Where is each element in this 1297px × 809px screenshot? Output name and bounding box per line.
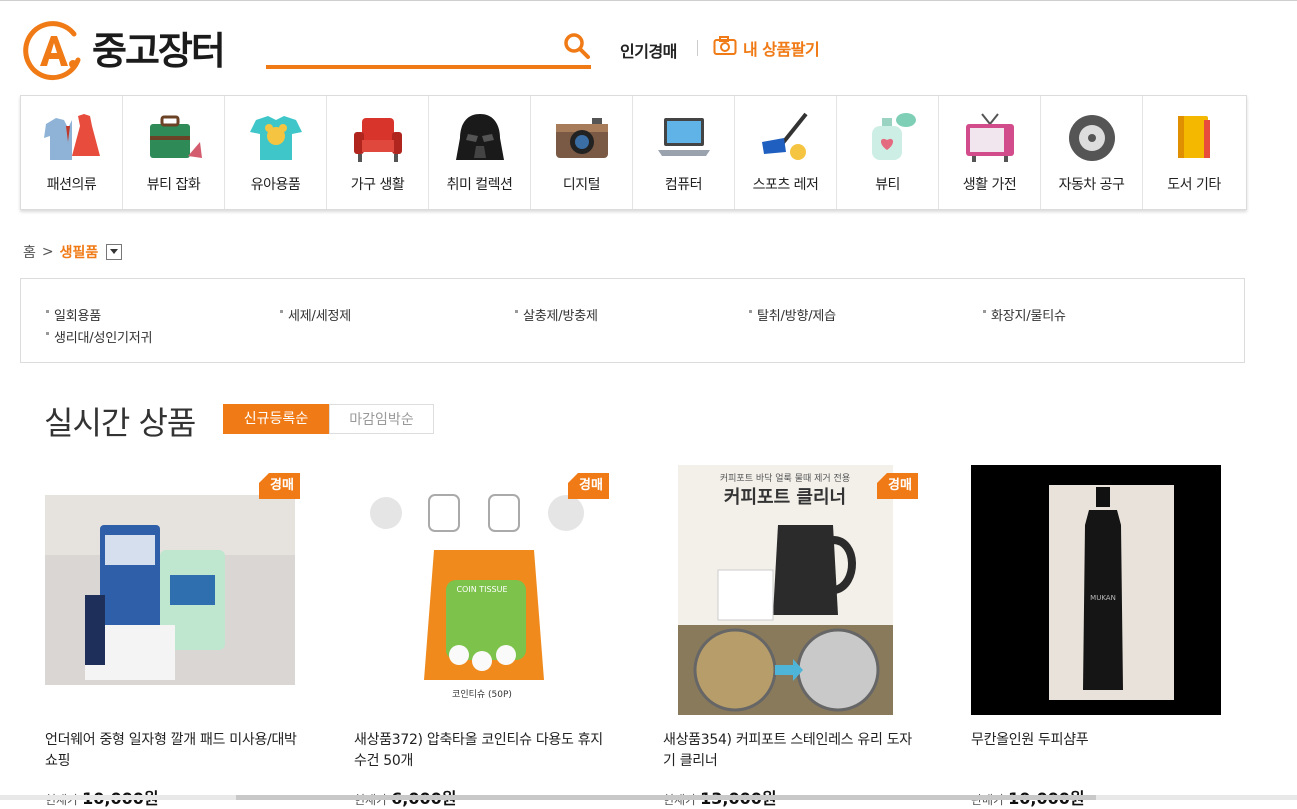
- camera-icon: [713, 36, 737, 60]
- category-label: 스포츠 레저: [752, 177, 819, 193]
- subcategory-disposables[interactable]: 일회용품: [46, 305, 101, 324]
- search-icon[interactable]: [563, 32, 591, 60]
- laptop-icon: [654, 112, 714, 164]
- golf-icon: [756, 112, 816, 164]
- search-underline: [266, 65, 591, 69]
- sort-newest-tab[interactable]: 신규등록순: [223, 404, 329, 434]
- category-label: 뷰티 잡화: [146, 177, 201, 193]
- category-digital[interactable]: 디지털: [531, 96, 633, 209]
- subcategory-detergent[interactable]: 세제/세정제: [280, 305, 351, 324]
- category-beauty-goods[interactable]: 뷰티 잡화: [123, 96, 225, 209]
- pack-label: COIN TISSUE: [456, 585, 507, 594]
- armchair-icon: [348, 112, 408, 164]
- breadcrumb: 홈 > 생필품: [23, 242, 123, 262]
- category-bar: 패션의류 뷰티 잡화 유아용품 가구 생활 취미 컬렉션 디지털 컴퓨터 스포츠…: [20, 95, 1247, 210]
- category-dropdown-toggle[interactable]: [106, 244, 123, 260]
- product-title[interactable]: 새상품354) 커피포트 스테인레스 유리 도자기 클리너: [663, 730, 918, 772]
- perfume-icon: [858, 112, 918, 164]
- category-label: 생활 가전: [962, 177, 1017, 193]
- category-furniture[interactable]: 가구 생활: [327, 96, 429, 209]
- auction-badge: 경매: [259, 473, 300, 499]
- category-label: 자동차 공구: [1058, 177, 1125, 193]
- sell-my-item-link[interactable]: 내 상품팔기: [713, 36, 820, 60]
- category-car[interactable]: 자동차 공구: [1041, 96, 1143, 209]
- category-appliance[interactable]: 생활 가전: [939, 96, 1041, 209]
- top-border: [0, 0, 1297, 1]
- category-label: 패션의류: [46, 177, 97, 193]
- subcategory-deodorizer[interactable]: 탈취/방향/제습: [749, 305, 836, 324]
- search-bar: [266, 30, 591, 70]
- sort-tabs: 신규등록순 마감임박순: [223, 404, 434, 434]
- subcategory-panel: 일회용품 세제/세정제 살충제/방충제 탈취/방향/제습 화장지/물티슈 생리대…: [20, 278, 1245, 363]
- subcategory-insecticide[interactable]: 살충제/방충제: [515, 305, 598, 324]
- category-hobby[interactable]: 취미 컬렉션: [429, 96, 531, 209]
- tire-icon: [1062, 112, 1122, 164]
- product-image[interactable]: 경매: [45, 465, 300, 715]
- product-image[interactable]: COIN TISSUE 코인티슈 (50P) 경매: [354, 465, 609, 715]
- category-computer[interactable]: 컴퓨터: [633, 96, 735, 209]
- breadcrumb-home[interactable]: 홈: [23, 242, 36, 262]
- category-fashion[interactable]: 패션의류: [21, 96, 123, 209]
- brand-name: 중고장터: [92, 29, 226, 73]
- product-image[interactable]: MUKAN: [971, 465, 1226, 715]
- image-caption: 커피포트 바닥 얼룩 물때 제거 전용: [720, 473, 850, 484]
- subcategory-tissue[interactable]: 화장지/물티슈: [983, 305, 1066, 324]
- subcategory-sanitary[interactable]: 생리대/성인기저귀: [46, 327, 152, 346]
- category-label: 취미 컬렉션: [446, 177, 513, 193]
- sell-label: 내 상품팔기: [743, 40, 820, 59]
- category-sports[interactable]: 스포츠 레저: [735, 96, 837, 209]
- product-image[interactable]: 커피포트 바닥 얼룩 물때 제거 전용 커피포트 클리너 경매: [663, 465, 918, 715]
- popular-auctions-link[interactable]: 인기경매: [620, 38, 677, 62]
- category-label: 컴퓨터: [664, 177, 703, 193]
- sort-deadline-tab[interactable]: 마감임박순: [329, 404, 434, 434]
- logo-mark-icon: [22, 20, 84, 82]
- section-title: 실시간 상품: [44, 404, 196, 442]
- search-input[interactable]: [266, 30, 560, 66]
- image-title: 커피포트 클리너: [724, 487, 846, 508]
- auction-badge: 경매: [568, 473, 609, 499]
- auction-badge: 경매: [877, 473, 918, 499]
- product-title[interactable]: 새상품372) 압축타올 코인티슈 다용도 휴지 수건 50개: [354, 730, 609, 772]
- bottle-brand: MUKAN: [1090, 594, 1116, 602]
- tv-icon: [960, 112, 1020, 164]
- category-label: 유아용품: [250, 177, 301, 193]
- helmet-icon: [450, 112, 510, 164]
- image-caption: 코인티슈 (50P): [452, 689, 512, 700]
- site-logo[interactable]: 중고장터: [22, 20, 226, 82]
- category-beauty[interactable]: 뷰티: [837, 96, 939, 209]
- category-label: 도서 기타: [1167, 177, 1221, 193]
- breadcrumb-current[interactable]: 생필품: [60, 242, 99, 262]
- book-icon: [1164, 112, 1224, 164]
- category-label: 디지털: [562, 177, 601, 193]
- clothing-icon: [42, 112, 102, 164]
- breadcrumb-separator: >: [41, 244, 54, 260]
- product-title[interactable]: 언더웨어 중형 일자형 깔개 패드 미사용/대박쇼핑: [45, 730, 300, 772]
- category-label: 가구 생활: [350, 177, 405, 193]
- scrollbar-thumb[interactable]: [236, 795, 1096, 800]
- chevron-down-icon: [110, 249, 119, 254]
- baby-onesie-icon: [246, 112, 306, 164]
- category-baby[interactable]: 유아용품: [225, 96, 327, 209]
- bag-icon: [144, 112, 204, 164]
- category-books[interactable]: 도서 기타: [1143, 96, 1245, 209]
- camera-icon: [552, 112, 612, 164]
- product-title[interactable]: 무칸올인원 두피샴푸: [971, 730, 1226, 751]
- nav-divider: [697, 40, 698, 56]
- category-label: 뷰티: [875, 177, 900, 193]
